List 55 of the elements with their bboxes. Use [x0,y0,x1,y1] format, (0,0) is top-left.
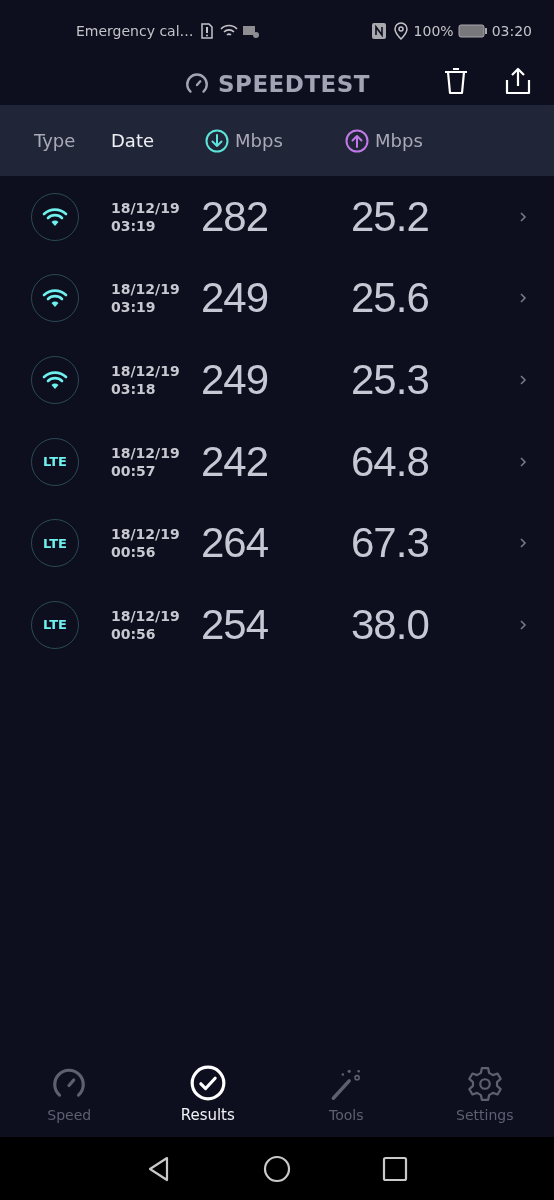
column-label: Type [34,130,76,151]
clock-time: 03:20 [491,23,532,39]
upload-value: 25.2 [351,192,430,241]
result-row[interactable]: 18/12/19 03:19 249 25.6 [0,257,554,340]
home-button[interactable] [263,1154,291,1183]
upload-value: 25.6 [351,274,430,323]
nfc-icon [369,22,388,40]
download-icon [205,128,229,153]
chevron-right-icon [518,209,528,224]
column-label: Date [111,130,155,151]
column-header[interactable]: Type [34,130,111,151]
app-title: SPEEDTEST [217,70,371,97]
upload-value: 38.0 [351,600,430,649]
date-time-text: 18/12/19 03:19 [111,280,181,317]
download-value: 282 [201,192,270,241]
upload-value: 25.3 [351,356,430,404]
date-time-text: 18/12/19 00:57 [111,443,181,480]
download-value: 242 [201,437,270,486]
carrier-text: Emergency cal… [76,23,194,39]
nav-tab[interactable]: Results [138,1063,277,1124]
result-row[interactable]: 18/12/19 03:18 249 25.3 [0,339,554,421]
download-value: 249 [201,356,270,404]
check-circle-icon [188,1063,227,1102]
column-label: Mbps [235,130,283,151]
recents-button[interactable] [381,1154,409,1183]
download-value: 249 [201,274,270,323]
wifi-icon [42,370,68,390]
download-value: 254 [201,600,270,649]
date-time-text: 18/12/19 00:56 [111,606,181,643]
upload-icon [345,128,369,153]
date-time-text: 18/12/19 00:56 [111,525,181,562]
chevron-right-icon [518,617,528,632]
result-row[interactable]: LTE 18/12/19 00:56 264 67.3 [0,502,554,584]
download-value: 264 [201,519,270,568]
result-row[interactable]: 18/12/19 03:19 282 25.2 [0,176,554,258]
date-time-text: 18/12/19 03:18 [111,362,181,398]
location-icon [391,22,410,40]
battery-icon [457,23,488,39]
column-header[interactable]: Mbps [345,128,423,153]
column-header[interactable]: Mbps [205,128,345,153]
date-time-text: 18/12/19 03:19 [111,198,181,235]
chevron-right-icon [518,454,528,469]
chevron-right-icon [518,373,528,387]
result-row[interactable]: LTE 18/12/19 00:57 242 64.8 [0,420,554,503]
wifi-icon [42,206,68,227]
settings-icon [465,1064,504,1103]
delete-button[interactable] [442,66,470,96]
result-row[interactable]: LTE 18/12/19 00:56 254 38.0 [0,583,554,666]
share-button[interactable] [504,66,532,96]
column-label: Mbps [375,130,423,151]
wifi-icon [42,288,68,309]
battery-percent: 100% [413,23,454,39]
upload-value: 67.3 [351,519,430,568]
upload-value: 64.8 [351,437,430,486]
column-header[interactable]: Date [111,130,205,151]
